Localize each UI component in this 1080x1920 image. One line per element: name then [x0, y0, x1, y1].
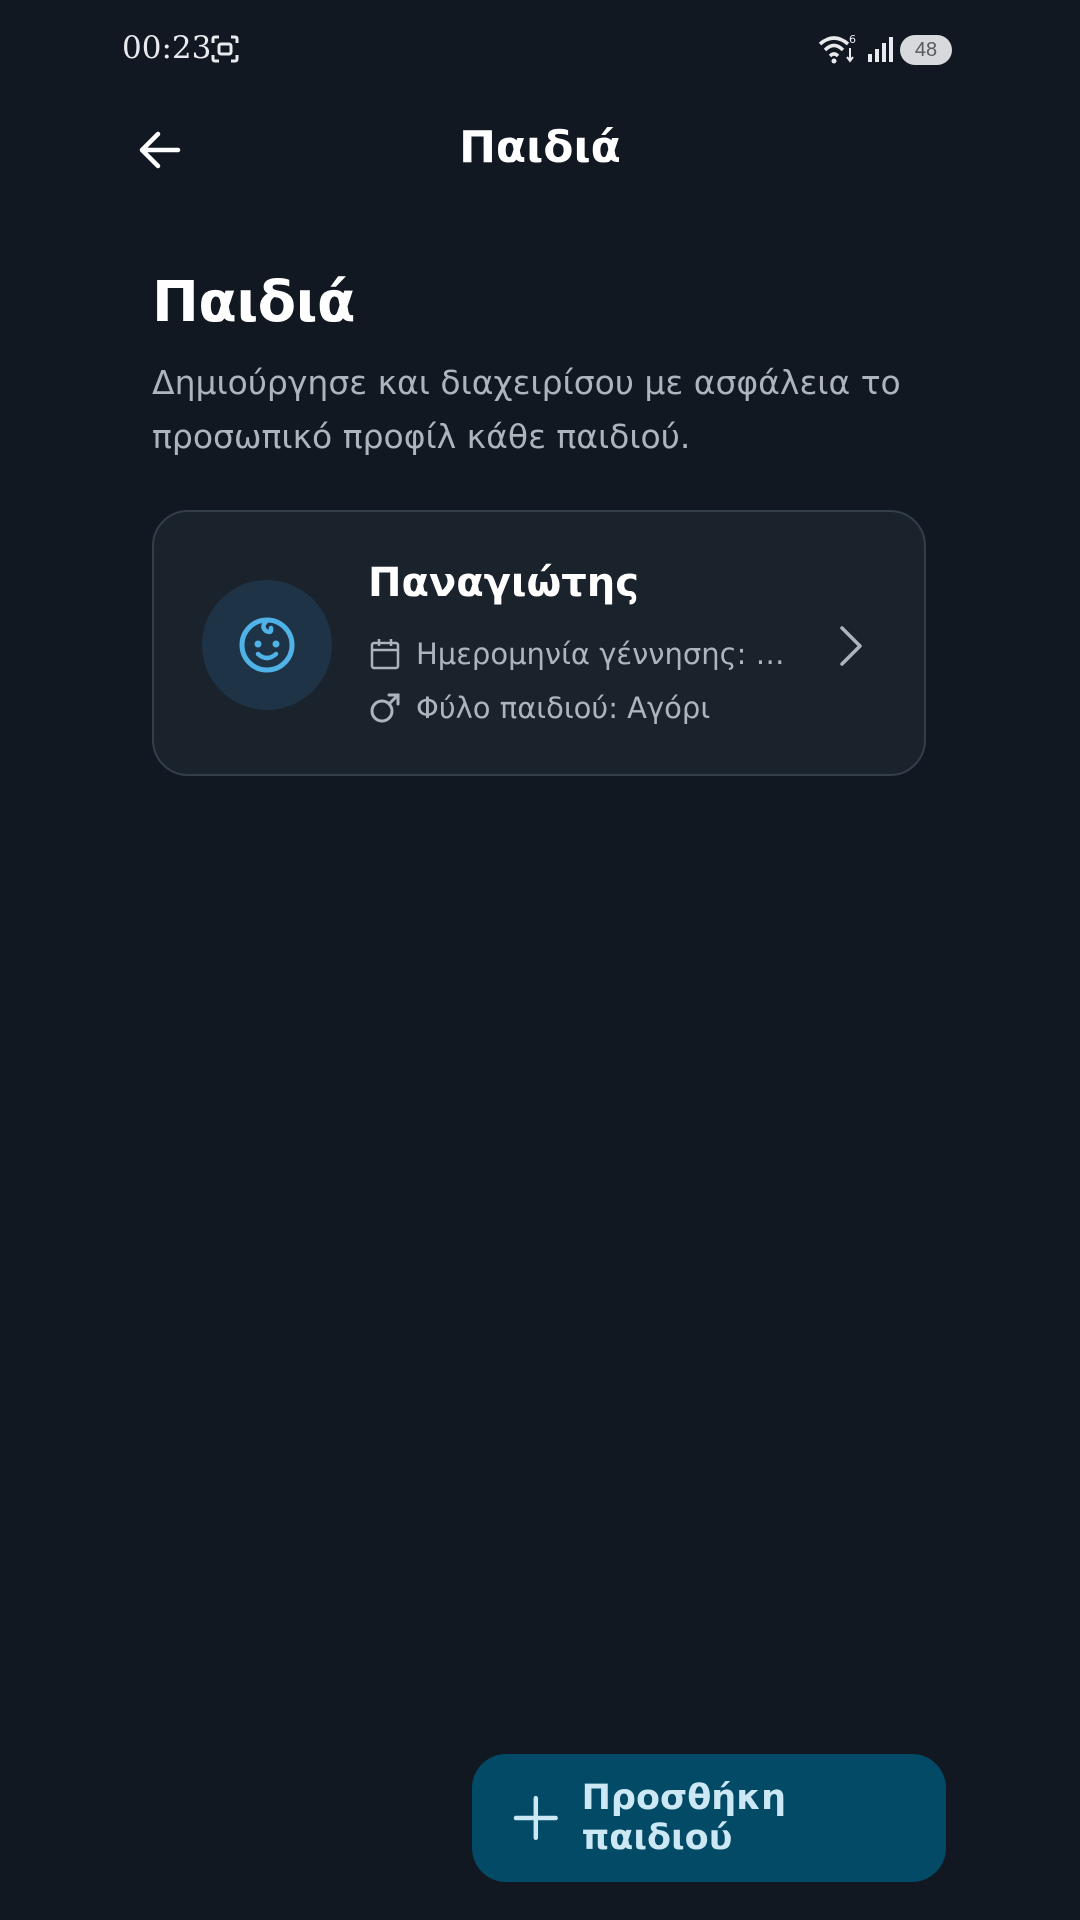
children-screen: 00:23 6 48 Παιδιά Παιδιά Δημιούργησε και…: [0, 0, 1080, 1920]
plus-icon: [513, 1795, 558, 1841]
birth-date-row: Ημερομηνία γέννησης: 4 …: [368, 634, 788, 674]
status-time: 00:23: [122, 30, 212, 66]
page-heading: Παιδιά: [152, 270, 355, 335]
wifi-icon: 6: [818, 33, 856, 64]
page-description: Δημιούργησε και διαχειρίσου με ασφάλεια …: [152, 363, 901, 456]
child-card[interactable]: Παναγιώτης Ημερομηνία γέννησης: 4 … Φύλο…: [152, 510, 926, 776]
status-bar: 00:23 6 48: [0, 0, 1080, 100]
screenshot-icon: [211, 35, 239, 63]
add-child-button[interactable]: Προσθήκη παιδιού: [472, 1754, 946, 1882]
add-child-label: Προσθήκη παιδιού: [581, 1778, 787, 1858]
baby-face-icon: [239, 617, 295, 673]
battery-indicator: 48: [900, 35, 952, 65]
calendar-icon: [370, 639, 400, 670]
avatar: [202, 580, 332, 710]
gender-row: Φύλο παιδιού: Αγόρι: [368, 688, 710, 728]
gender-text: Φύλο παιδιού: Αγόρι: [416, 691, 711, 725]
male-icon: [370, 693, 400, 723]
svg-text:6: 6: [849, 33, 856, 46]
chevron-right-icon: [840, 626, 862, 666]
birth-date-text: Ημερομηνία γέννησης: 4 …: [416, 637, 788, 671]
signal-icon: [868, 37, 893, 62]
app-bar-title: Παιδιά: [459, 122, 621, 173]
child-name: Παναγιώτης: [368, 560, 639, 606]
